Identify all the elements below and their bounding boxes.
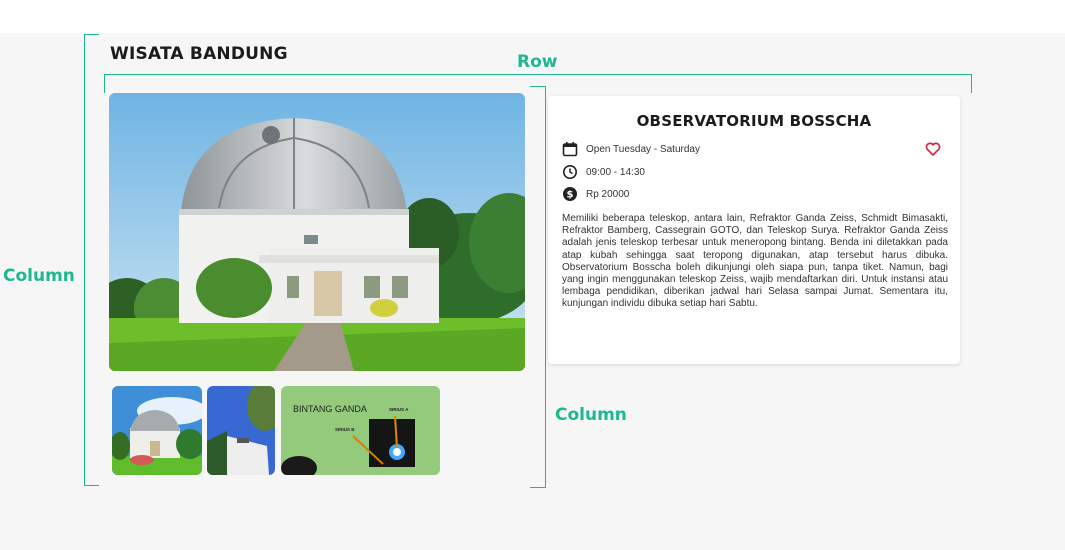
- annotation-row: Row: [517, 52, 558, 72]
- opening-days-row: Open Tuesday - Saturday: [562, 141, 700, 157]
- calendar-icon: [562, 142, 578, 157]
- clock-icon: [563, 165, 577, 179]
- opening-hours-row: 09:00 - 14:30: [562, 164, 645, 180]
- heart-icon[interactable]: [925, 141, 941, 157]
- gallery-thumbnail[interactable]: [112, 386, 202, 475]
- place-title: OBSERVATORIUM BOSSCHA: [636, 112, 872, 130]
- gallery-thumbnail[interactable]: BINTANG GANDA SIRIUS A SIRIUS B: [281, 386, 440, 475]
- price-row: $ Rp 20000: [562, 186, 629, 202]
- annotation-column-right: Column: [555, 405, 627, 425]
- thumb-heading: BINTANG GANDA: [293, 404, 367, 414]
- svg-text:$: $: [567, 190, 574, 201]
- column-bracket-right: [530, 86, 546, 488]
- gallery-thumbnail[interactable]: [207, 386, 275, 475]
- ticket-price: Rp 20000: [586, 188, 630, 200]
- thumb-label-a: SIRIUS A: [389, 407, 409, 412]
- app-title: WISATA BANDUNG: [110, 44, 288, 64]
- column-bracket-left: [84, 34, 99, 486]
- opening-hours: 09:00 - 14:30: [586, 166, 645, 178]
- hero-image[interactable]: [109, 93, 525, 371]
- thumb-label-b: SIRIUS B: [335, 427, 355, 432]
- detail-card: OBSERVATORIUM BOSSCHA Open Tuesday - Sat…: [548, 96, 960, 364]
- place-description: Memiliki beberapa teleskop, antara lain,…: [562, 213, 948, 310]
- opening-days: Open Tuesday - Saturday: [586, 143, 700, 155]
- annotation-column-left: Column: [3, 266, 75, 286]
- dollar-icon: $: [563, 187, 577, 201]
